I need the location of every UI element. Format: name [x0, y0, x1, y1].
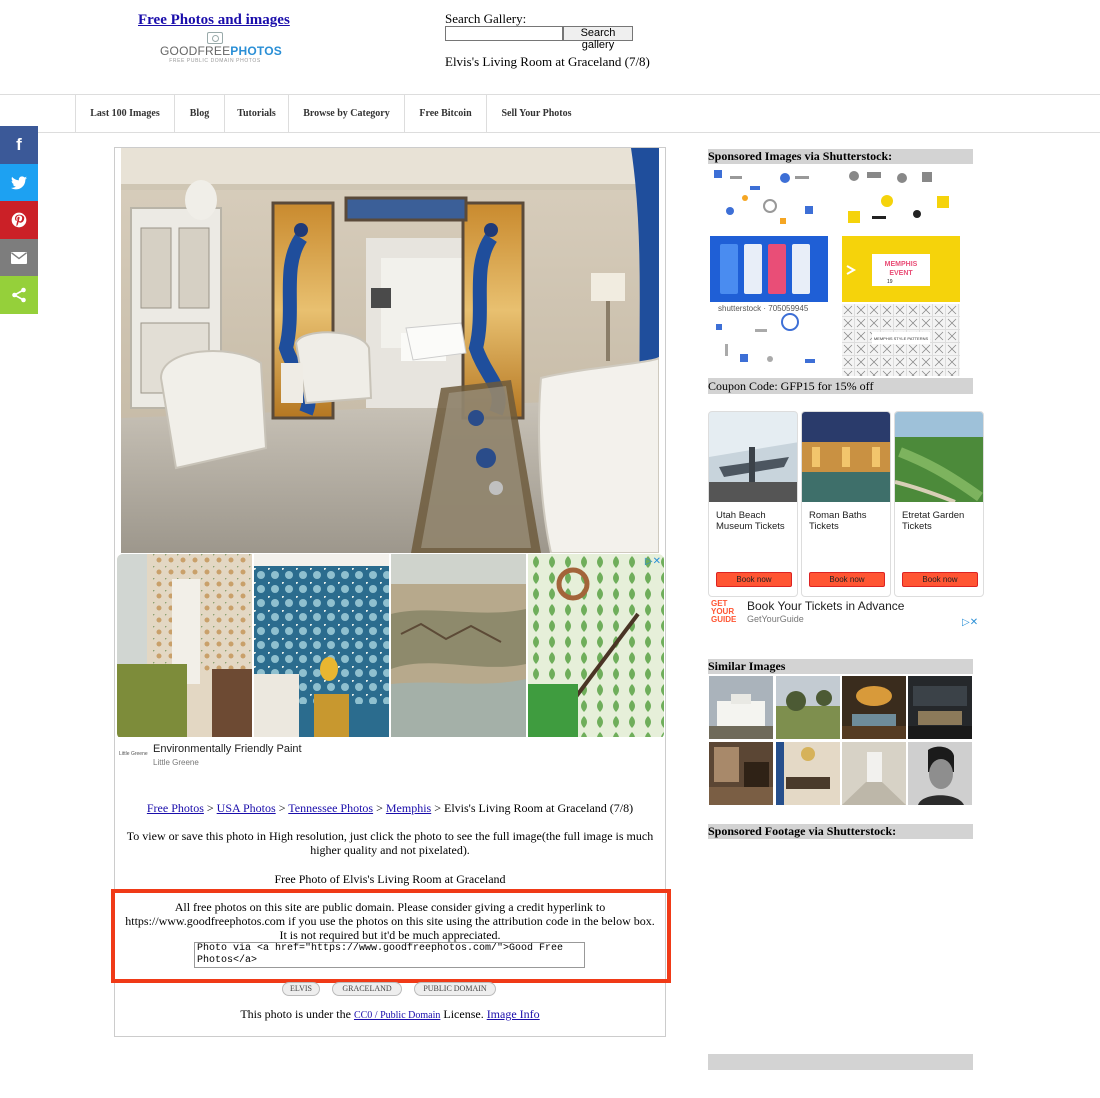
- getyourguide-logo[interactable]: GET YOUR GUIDE: [711, 600, 741, 624]
- ad-advertiser-logo: Little Greene: [119, 751, 148, 757]
- pinterest-share-button[interactable]: [0, 201, 38, 239]
- license-line: This photo is under the CC0 / Public Dom…: [114, 1007, 666, 1022]
- breadcrumb-separator: >: [376, 801, 383, 815]
- similar-image[interactable]: [776, 742, 840, 805]
- ad-choices-icon[interactable]: ▷✕: [645, 556, 661, 567]
- tag-public-domain[interactable]: PUBLIC DOMAIN: [414, 982, 496, 996]
- license-link[interactable]: CC0 / Public Domain: [354, 1010, 440, 1021]
- license-suffix: License.: [443, 1007, 484, 1021]
- twitter-icon: [11, 176, 27, 190]
- ad-image-map[interactable]: [391, 554, 526, 737]
- nav-blog[interactable]: Blog: [174, 95, 224, 132]
- sponsored-footage-title: Sponsored Footage via Shutterstock:: [708, 824, 973, 839]
- camera-icon: [207, 32, 223, 44]
- coupon-code: Coupon Code: GFP15 for 15% off: [708, 378, 973, 394]
- facebook-share-button[interactable]: f: [0, 126, 38, 164]
- logo-tagline: FREE PUBLIC DOMAIN PHOTOS: [169, 58, 261, 64]
- nav-last-100-images[interactable]: Last 100 Images: [75, 95, 174, 132]
- book-now-button[interactable]: Book now: [902, 572, 978, 587]
- similar-image[interactable]: [908, 742, 972, 805]
- shutterstock-image[interactable]: MEMPHIS EVENT 19: [842, 236, 960, 302]
- image-info-link[interactable]: Image Info: [487, 1007, 540, 1021]
- search-gallery-button[interactable]: Search gallery: [563, 26, 633, 51]
- shutterstock-image[interactable]: [842, 166, 960, 232]
- license-prefix: This photo is under the: [240, 1007, 351, 1021]
- ticket-card-roman-baths[interactable]: Roman Baths Tickets Book now: [801, 411, 891, 597]
- ad-image-kitchen[interactable]: [117, 554, 252, 737]
- ad-banner[interactable]: ▷✕: [117, 554, 664, 739]
- breadcrumb-separator: >: [206, 801, 214, 815]
- ad-choices-icon[interactable]: ▷✕: [962, 617, 978, 628]
- site-title-link[interactable]: Free Photos and images: [138, 12, 290, 29]
- getyourguide-headline[interactable]: Book Your Tickets in Advance: [747, 599, 904, 613]
- breadcrumb-usa-photos[interactable]: USA Photos: [217, 801, 276, 815]
- book-now-button[interactable]: Book now: [809, 572, 885, 587]
- main-nav: Last 100 Images Blog Tutorials Browse by…: [0, 94, 1100, 133]
- similar-image[interactable]: [908, 676, 972, 739]
- breadcrumb-separator: >: [278, 801, 286, 815]
- ad-image-stairs[interactable]: [528, 554, 664, 737]
- similar-image[interactable]: [709, 676, 773, 739]
- similar-image[interactable]: [709, 742, 773, 805]
- ticket-card-title: Roman Baths Tickets: [809, 510, 867, 532]
- main-photo[interactable]: [121, 148, 659, 553]
- email-icon: [11, 252, 27, 264]
- ad-image-bedroom[interactable]: [254, 554, 389, 737]
- ticket-card-title: Etretat Garden Tickets: [902, 510, 965, 532]
- ad-title[interactable]: Environmentally Friendly Paint: [153, 743, 302, 755]
- memphis-event-line2: EVENT: [889, 270, 913, 277]
- similar-image[interactable]: [776, 676, 840, 739]
- shutterstock-image[interactable]: shutterstock · 705059945: [710, 304, 828, 376]
- page-heading: Elvis's Living Room at Graceland (7/8): [445, 54, 650, 69]
- similar-image[interactable]: [842, 676, 906, 739]
- nav-tutorials[interactable]: Tutorials: [224, 95, 288, 132]
- tag-elvis[interactable]: ELVIS: [282, 982, 320, 996]
- sponsored-images-title: Sponsored Images via Shutterstock:: [708, 149, 973, 164]
- shutterstock-image[interactable]: [710, 166, 828, 232]
- facebook-icon: f: [16, 135, 22, 154]
- breadcrumb: Free Photos > USA Photos > Tennessee Pho…: [114, 801, 666, 816]
- ticket-card-title: Utah Beach Museum Tickets: [716, 510, 785, 532]
- nav-sell-your-photos[interactable]: Sell Your Photos: [486, 95, 586, 132]
- tag-graceland[interactable]: GRACELAND: [332, 982, 402, 996]
- pinterest-icon: [11, 212, 27, 228]
- photo-instructions: To view or save this photo in High resol…: [126, 829, 654, 857]
- getyourguide-widget: Utah Beach Museum Tickets Book now Roman…: [708, 411, 984, 597]
- breadcrumb-memphis[interactable]: Memphis: [386, 801, 431, 815]
- ticket-card-utah-beach[interactable]: Utah Beach Museum Tickets Book now: [708, 411, 798, 597]
- book-now-button[interactable]: Book now: [716, 572, 792, 587]
- ad-advertiser-name: Little Greene: [153, 758, 199, 767]
- site-logo[interactable]: GOODFREEPHOTOS FREE PUBLIC DOMAIN PHOTOS: [160, 32, 282, 68]
- breadcrumb-free-photos[interactable]: Free Photos: [147, 801, 204, 815]
- shutterstock-image[interactable]: [710, 236, 828, 302]
- similar-images-title: Similar Images: [708, 659, 973, 674]
- nav-free-bitcoin[interactable]: Free Bitcoin: [404, 95, 486, 132]
- free-photo-title: Free Photo of Elvis's Living Room at Gra…: [274, 872, 506, 886]
- search-input[interactable]: [445, 26, 563, 41]
- search-label: Search Gallery:: [445, 11, 527, 26]
- breadcrumb-tennessee-photos[interactable]: Tennessee Photos: [288, 801, 373, 815]
- getyourguide-advertiser: GetYourGuide: [747, 614, 804, 624]
- logo-wordmark: GOODFREEPHOTOS: [160, 44, 282, 58]
- shutterstock-image[interactable]: MEMPHIS STYLE PATTERNS: [842, 304, 960, 376]
- share-icon: [12, 287, 26, 303]
- breadcrumb-current: Elvis's Living Room at Graceland (7/8): [444, 801, 634, 815]
- memphis-event-line1: MEMPHIS: [885, 261, 918, 268]
- shutterstock-watermark: shutterstock · 705059945: [718, 304, 809, 313]
- email-share-button[interactable]: [0, 239, 38, 277]
- breadcrumb-separator: >: [434, 801, 441, 815]
- public-domain-notice: All free photos on this site are public …: [125, 900, 655, 942]
- sidebar-footer-bar: [708, 1054, 973, 1070]
- share-button[interactable]: [0, 276, 38, 314]
- pattern-caption: MEMPHIS STYLE PATTERNS: [874, 336, 929, 341]
- memphis-event-day: 19: [887, 279, 893, 285]
- twitter-share-button[interactable]: [0, 164, 38, 202]
- nav-browse-by-category[interactable]: Browse by Category: [288, 95, 404, 132]
- ticket-card-etretat-garden[interactable]: Etretat Garden Tickets Book now: [894, 411, 984, 597]
- attribution-code-box[interactable]: Photo via <a href="https://www.goodfreep…: [194, 942, 585, 968]
- similar-image[interactable]: [842, 742, 906, 805]
